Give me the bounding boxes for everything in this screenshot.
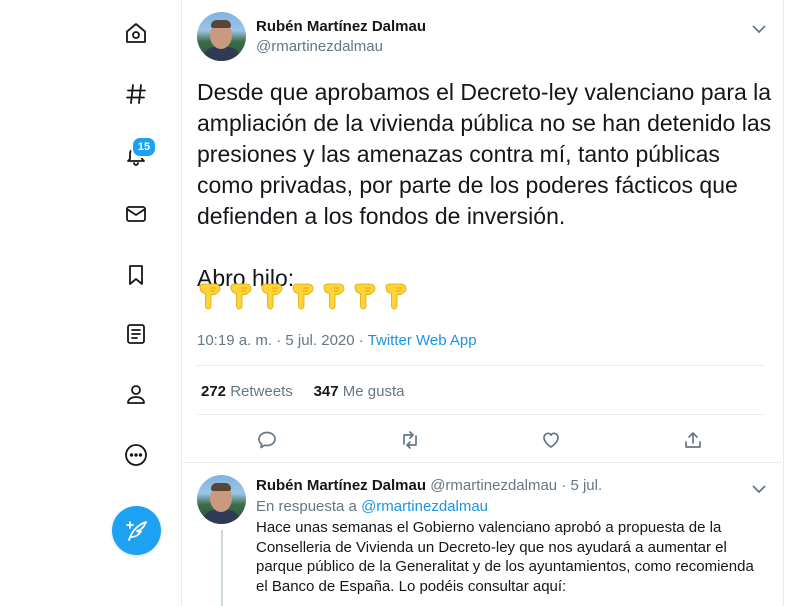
- reply-author-handle[interactable]: @rmartinezdalmau · 5 jul.: [430, 477, 602, 494]
- reply-author-name[interactable]: Rubén Martínez Dalmau: [256, 477, 426, 494]
- hashtag-icon[interactable]: [120, 78, 152, 110]
- pointing-down-hand-emoji: [385, 283, 407, 310]
- notifications-count-badge: 15: [131, 136, 157, 158]
- author-avatar[interactable]: [197, 12, 246, 61]
- tweet-meta: 10:19 a. m. · 5 jul. 2020 · Twitter Web …: [197, 332, 477, 349]
- in-reply-to-label: En respuesta a: [256, 498, 362, 515]
- envelope-icon[interactable]: [120, 198, 152, 230]
- like-heart-icon[interactable]: [540, 429, 562, 451]
- chevron-down-icon[interactable]: [752, 21, 766, 34]
- more-icon[interactable]: [120, 439, 152, 471]
- retweet-icon[interactable]: [399, 429, 421, 451]
- thread-connector-line: [221, 530, 223, 606]
- tweet-source-link[interactable]: Twitter Web App: [368, 332, 477, 349]
- in-reply-to: En respuesta a @rmartinezdalmau: [256, 498, 488, 515]
- divider: [182, 462, 782, 463]
- tweet-timestamp[interactable]: 10:19 a. m. · 5 jul. 2020 ·: [197, 332, 368, 349]
- pointing-down-emoji-row: [197, 283, 409, 311]
- divider: [197, 365, 765, 366]
- retweets-stat[interactable]: 272 Retweets: [201, 383, 293, 400]
- tweet-stats: 272 Retweets 347 Me gusta: [201, 383, 404, 400]
- pointing-down-hand-emoji: [261, 283, 283, 310]
- bookmark-icon[interactable]: [120, 259, 152, 291]
- in-reply-to-mention[interactable]: @rmartinezdalmau: [361, 498, 488, 515]
- tweet-text: Desde que aprobamos el Decreto-ley valen…: [197, 79, 772, 291]
- divider: [197, 414, 765, 415]
- retweets-count: 272: [201, 383, 227, 400]
- pointing-down-hand-emoji: [199, 283, 221, 310]
- sidebar-nav: 15: [0, 0, 182, 606]
- compose-tweet-icon: [125, 520, 147, 541]
- pointing-down-hand-emoji: [354, 283, 376, 310]
- pointing-down-hand-emoji: [292, 283, 314, 310]
- author-name[interactable]: Rubén Martínez Dalmau: [256, 18, 426, 35]
- reply-author-avatar[interactable]: [197, 475, 246, 524]
- list-icon[interactable]: [120, 318, 152, 350]
- chevron-down-icon[interactable]: [752, 481, 766, 494]
- likes-count: 347: [313, 383, 339, 400]
- share-icon[interactable]: [682, 429, 704, 451]
- reply-header: Rubén Martínez Dalmau @rmartinezdalmau ·…: [256, 477, 602, 494]
- likes-label: Me gusta: [342, 383, 405, 400]
- reply-text: Hace unas semanas el Gobierno valenciano…: [256, 519, 754, 595]
- user-icon[interactable]: [120, 378, 152, 410]
- compose-tweet-button[interactable]: [112, 506, 161, 555]
- reply-icon[interactable]: [256, 429, 278, 451]
- pointing-down-hand-emoji: [230, 283, 252, 310]
- home-icon[interactable]: [120, 17, 152, 49]
- retweets-label: Retweets: [230, 383, 293, 400]
- likes-stat[interactable]: 347 Me gusta: [314, 383, 405, 400]
- author-handle[interactable]: @rmartinezdalmau: [256, 38, 383, 55]
- pointing-down-hand-emoji: [323, 283, 345, 310]
